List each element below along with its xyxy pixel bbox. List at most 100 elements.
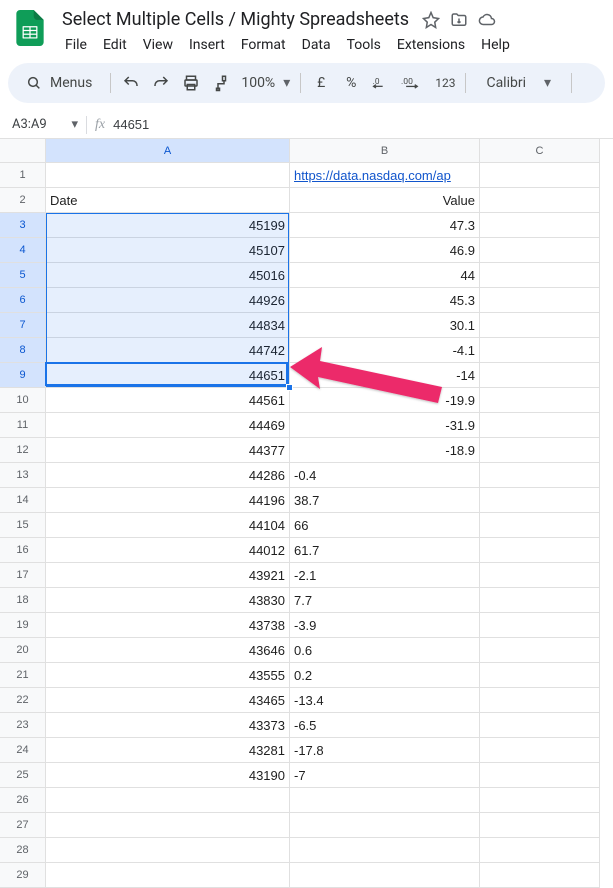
cell[interactable]: 43190 xyxy=(46,763,290,788)
cell[interactable] xyxy=(480,338,600,363)
cell[interactable] xyxy=(46,788,290,813)
cell[interactable] xyxy=(480,438,600,463)
menu-format[interactable]: Format xyxy=(234,33,293,57)
cell[interactable]: 44561 xyxy=(46,388,290,413)
cell[interactable]: 45.3 xyxy=(290,288,480,313)
row-header[interactable]: 18 xyxy=(0,588,46,613)
cell[interactable] xyxy=(480,638,600,663)
cell[interactable] xyxy=(290,788,480,813)
percent-button[interactable]: % xyxy=(337,69,365,97)
cell[interactable]: 45107 xyxy=(46,238,290,263)
row-header[interactable]: 26 xyxy=(0,788,46,813)
cell[interactable]: 61.7 xyxy=(290,538,480,563)
cell[interactable] xyxy=(46,163,290,188)
row-header[interactable]: 2 xyxy=(0,188,46,213)
cell[interactable] xyxy=(46,838,290,863)
cell[interactable]: 44834 xyxy=(46,313,290,338)
cell[interactable] xyxy=(480,238,600,263)
row-header[interactable]: 17 xyxy=(0,563,46,588)
row-header[interactable]: 12 xyxy=(0,438,46,463)
row-header[interactable]: 27 xyxy=(0,813,46,838)
row-header[interactable]: 9 xyxy=(0,363,46,388)
cell[interactable]: 38.7 xyxy=(290,488,480,513)
cell[interactable]: 44012 xyxy=(46,538,290,563)
cell[interactable]: 43921 xyxy=(46,563,290,588)
menu-data[interactable]: Data xyxy=(295,33,338,57)
menu-tools[interactable]: Tools xyxy=(340,33,388,57)
undo-button[interactable] xyxy=(117,69,145,97)
row-header[interactable]: 7 xyxy=(0,313,46,338)
menu-file[interactable]: File xyxy=(58,33,94,57)
cell[interactable]: 7.7 xyxy=(290,588,480,613)
cell[interactable] xyxy=(480,613,600,638)
row-header[interactable]: 5 xyxy=(0,263,46,288)
cell[interactable]: 46.9 xyxy=(290,238,480,263)
cell[interactable]: 44286 xyxy=(46,463,290,488)
cell[interactable] xyxy=(480,513,600,538)
row-header[interactable]: 25 xyxy=(0,763,46,788)
cell[interactable] xyxy=(480,463,600,488)
cell[interactable]: Value xyxy=(290,188,480,213)
move-folder-icon[interactable] xyxy=(449,10,469,30)
cell[interactable] xyxy=(46,813,290,838)
cell[interactable]: -18.9 xyxy=(290,438,480,463)
cell[interactable] xyxy=(290,863,480,888)
cell[interactable] xyxy=(480,863,600,888)
menus-search-button[interactable]: Menus xyxy=(18,68,104,98)
row-header[interactable]: 23 xyxy=(0,713,46,738)
cell[interactable] xyxy=(290,838,480,863)
cell[interactable]: -3.9 xyxy=(290,613,480,638)
menu-view[interactable]: View xyxy=(136,33,180,57)
cell[interactable]: -2.1 xyxy=(290,563,480,588)
cell[interactable]: 44742 xyxy=(46,338,290,363)
row-header[interactable]: 10 xyxy=(0,388,46,413)
cell[interactable] xyxy=(480,363,600,388)
cell[interactable]: 44104 xyxy=(46,513,290,538)
cell[interactable]: Date xyxy=(46,188,290,213)
cell[interactable]: 44377 xyxy=(46,438,290,463)
cell[interactable]: 45199 xyxy=(46,213,290,238)
cell[interactable] xyxy=(480,713,600,738)
cell[interactable]: -7 xyxy=(290,763,480,788)
cell[interactable]: 44 xyxy=(290,263,480,288)
font-family-dropdown[interactable]: Calibri ▾ xyxy=(472,69,565,97)
cell[interactable] xyxy=(480,488,600,513)
cloud-status-icon[interactable] xyxy=(477,10,497,30)
cell[interactable] xyxy=(480,388,600,413)
menu-insert[interactable]: Insert xyxy=(182,33,232,57)
row-header[interactable]: 4 xyxy=(0,238,46,263)
cell[interactable]: 30.1 xyxy=(290,313,480,338)
cell[interactable]: 66 xyxy=(290,513,480,538)
redo-button[interactable] xyxy=(147,69,175,97)
cell[interactable] xyxy=(480,288,600,313)
menu-help[interactable]: Help xyxy=(474,33,517,57)
row-header[interactable]: 20 xyxy=(0,638,46,663)
currency-button[interactable]: £ xyxy=(307,69,335,97)
column-header-A[interactable]: A xyxy=(46,139,290,163)
cell[interactable] xyxy=(480,263,600,288)
decrease-decimal-button[interactable]: .0 xyxy=(367,69,395,97)
cell[interactable] xyxy=(480,788,600,813)
column-header-B[interactable]: B xyxy=(290,139,480,163)
increase-decimal-button[interactable]: .00 xyxy=(397,69,429,97)
cell[interactable]: 43281 xyxy=(46,738,290,763)
cell[interactable]: -13.4 xyxy=(290,688,480,713)
cell[interactable] xyxy=(46,863,290,888)
row-header[interactable]: 24 xyxy=(0,738,46,763)
cell[interactable]: -19.9 xyxy=(290,388,480,413)
cell[interactable]: https://data.nasdaq.com/ap xyxy=(290,163,480,188)
menu-edit[interactable]: Edit xyxy=(96,33,134,57)
cell[interactable]: -14 xyxy=(290,363,480,388)
star-icon[interactable] xyxy=(421,10,441,30)
cell[interactable]: -31.9 xyxy=(290,413,480,438)
cell[interactable] xyxy=(480,188,600,213)
column-header-C[interactable]: C xyxy=(480,139,600,163)
cell[interactable]: 0.6 xyxy=(290,638,480,663)
cell[interactable]: 43465 xyxy=(46,688,290,713)
cell[interactable]: 44196 xyxy=(46,488,290,513)
document-title[interactable]: Select Multiple Cells / Mighty Spreadshe… xyxy=(58,8,413,31)
cell[interactable]: -6.5 xyxy=(290,713,480,738)
paint-format-button[interactable] xyxy=(207,69,235,97)
cell[interactable]: -17.8 xyxy=(290,738,480,763)
row-header[interactable]: 29 xyxy=(0,863,46,888)
